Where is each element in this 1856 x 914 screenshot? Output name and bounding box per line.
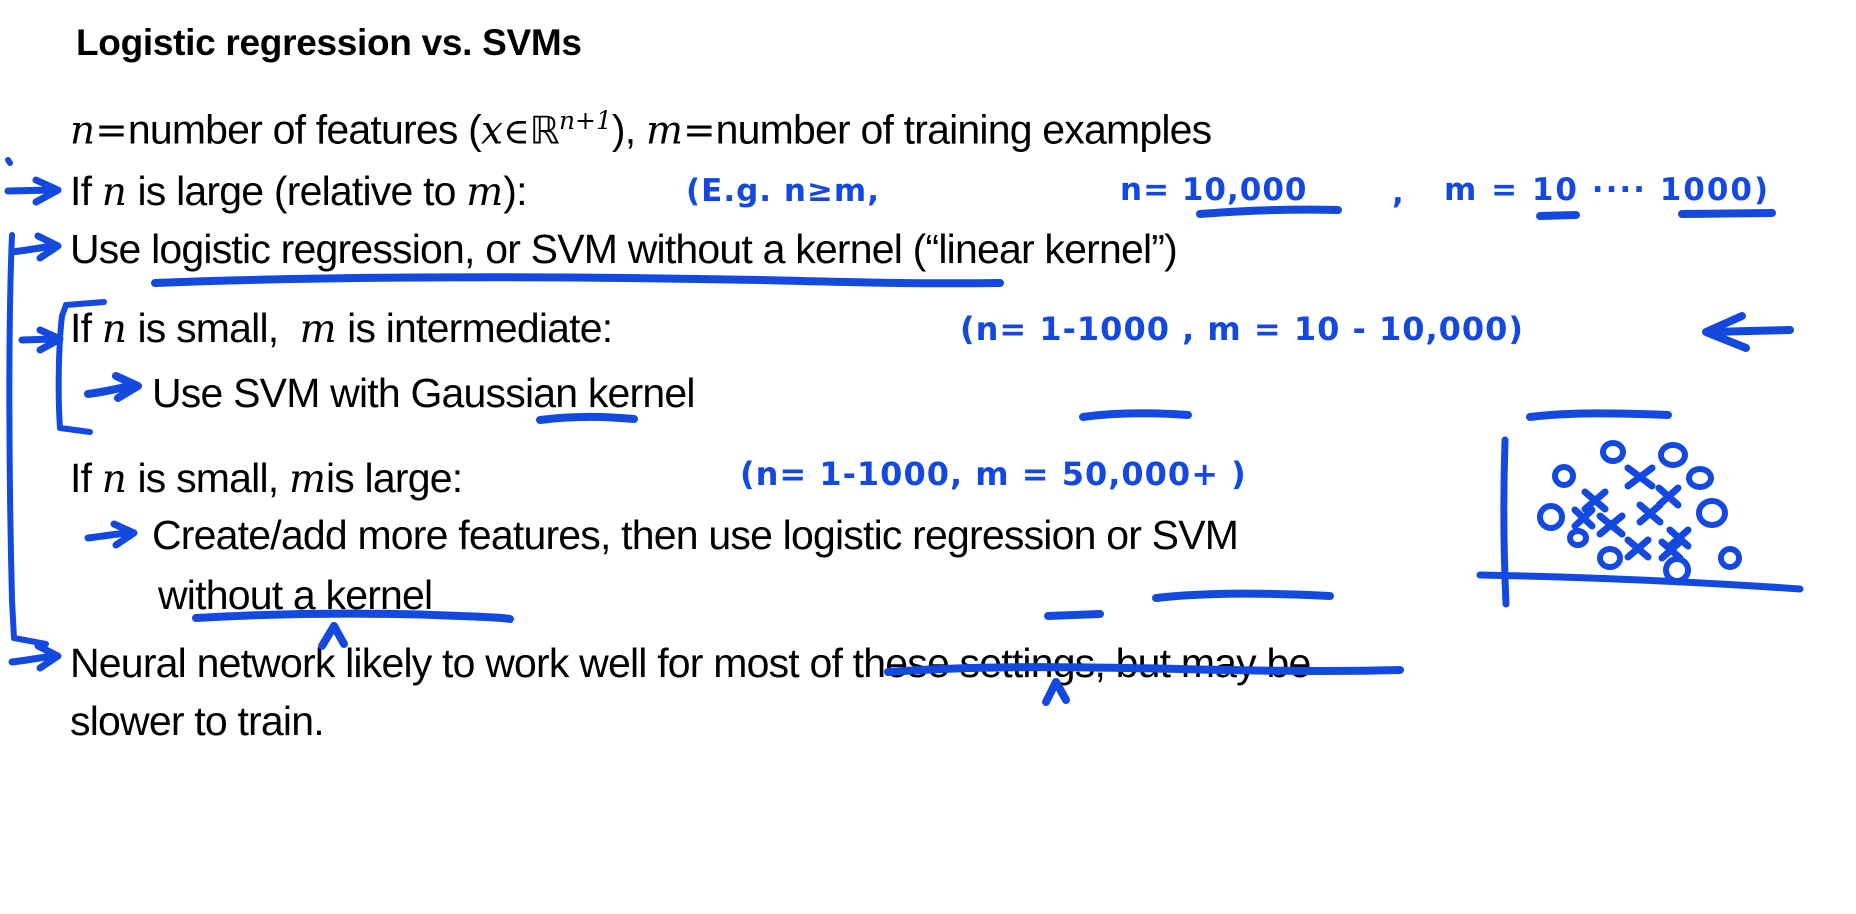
- exponent-n-plus-1: n+1: [558, 106, 612, 135]
- arrow-icon-summary: [8, 642, 62, 672]
- annotation-case1-note-m: m = 10 ···· 1000): [1444, 172, 1771, 208]
- doodle-circles: [1537, 440, 1742, 584]
- underline-case1-action: [151, 273, 1004, 288]
- annotation-case1-note-n: n= 10,000: [1120, 172, 1308, 208]
- definition-text-1: number of features (: [127, 106, 482, 153]
- case3-math-var-m: m: [288, 457, 326, 502]
- case3-action-line1: Create/add more features, then use logis…: [152, 512, 1239, 558]
- summary-line2: slower to train.: [70, 698, 325, 744]
- case1-math-var-n: n: [101, 170, 127, 215]
- underline-m-10-10000: [1526, 409, 1672, 421]
- underline-m-10: [1536, 211, 1580, 220]
- case3-condition: If n is small, mis large:: [70, 455, 463, 502]
- annotation-case1-note-part1: (E.g. n≥m,: [686, 173, 881, 209]
- doodle-x-axis: [1476, 571, 1804, 593]
- equals-sign-2: =: [682, 108, 716, 154]
- case1-mid-label: is large (relative to: [137, 168, 457, 214]
- definition-text-2: ),: [611, 106, 636, 153]
- case2-math-var-n: n: [101, 307, 127, 352]
- equals-sign-1: =: [95, 108, 128, 154]
- case3-post-label: is large:: [325, 455, 463, 501]
- annotation-case3-note: (n= 1-1000, m = 50,000+ ): [740, 455, 1247, 493]
- element-of-icon: ∈: [503, 111, 530, 153]
- underline-m-50000: [1152, 589, 1334, 602]
- case2-math-var-m: m: [299, 307, 337, 352]
- doodle-y-axis: [1500, 436, 1510, 608]
- case1-if-label: If: [70, 168, 92, 214]
- arrow-left-icon-case2-note: [1702, 312, 1794, 352]
- case2-action: Use SVM with Gaussian kernel: [152, 370, 696, 416]
- reals-symbol: ℝ: [529, 108, 560, 153]
- case1-math-var-m: m: [466, 170, 504, 215]
- arrow-icon-case1-action: [8, 232, 62, 262]
- case3-mid-label: is small,: [137, 455, 280, 501]
- case3-action-line2: without a kernel: [158, 572, 433, 618]
- case2-post-label: is intermediate:: [347, 305, 613, 351]
- case2-if-label: If: [70, 305, 92, 351]
- doodle-crosses: [1571, 464, 1692, 562]
- definition-line: n=number of features (x∈ℝn+1), m=number …: [70, 106, 1213, 154]
- annotation-case1-note-comma: ,: [1392, 175, 1404, 211]
- math-var-n: n: [70, 108, 96, 154]
- math-var-m: m: [645, 108, 683, 154]
- case1-post-label: ):: [503, 168, 527, 214]
- underline-m-1000: [1678, 209, 1776, 218]
- scatter-doodle: [1476, 436, 1804, 608]
- underline-m-label-case3: [1044, 610, 1104, 620]
- underline-n-1-1000: [1079, 409, 1192, 421]
- case1-action: Use logistic regression, or SVM without …: [70, 226, 1178, 272]
- arrow-icon-case1: [4, 176, 62, 206]
- arrow-icon-case2: [18, 326, 64, 354]
- case3-math-var-n: n: [101, 457, 127, 502]
- case1-condition: If n is large (relative to m):: [70, 168, 528, 215]
- summary-line1: Neural network likely to work well for m…: [70, 640, 1311, 686]
- arrow-icon-case3-action: [84, 520, 138, 549]
- case3-if-label: If: [70, 455, 92, 501]
- case2-condition: If n is small, m is intermediate:: [70, 305, 613, 352]
- definition-text-3: number of training examples: [715, 106, 1213, 153]
- page-title: Logistic regression vs. SVMs: [76, 22, 582, 63]
- underline-gaussian: [536, 412, 638, 424]
- annotation-case2-note: (n= 1-1000 , m = 10 - 10,000): [960, 310, 1525, 348]
- math-var-x: x: [481, 108, 503, 154]
- slide-canvas: Logistic regression vs. SVMs n=number of…: [0, 0, 1856, 914]
- case2-mid-label: is small,: [137, 305, 280, 351]
- underline-n-10000: [1196, 205, 1342, 218]
- left-bracket-outer: [5, 157, 49, 647]
- arrow-icon-case2-action: [84, 372, 142, 402]
